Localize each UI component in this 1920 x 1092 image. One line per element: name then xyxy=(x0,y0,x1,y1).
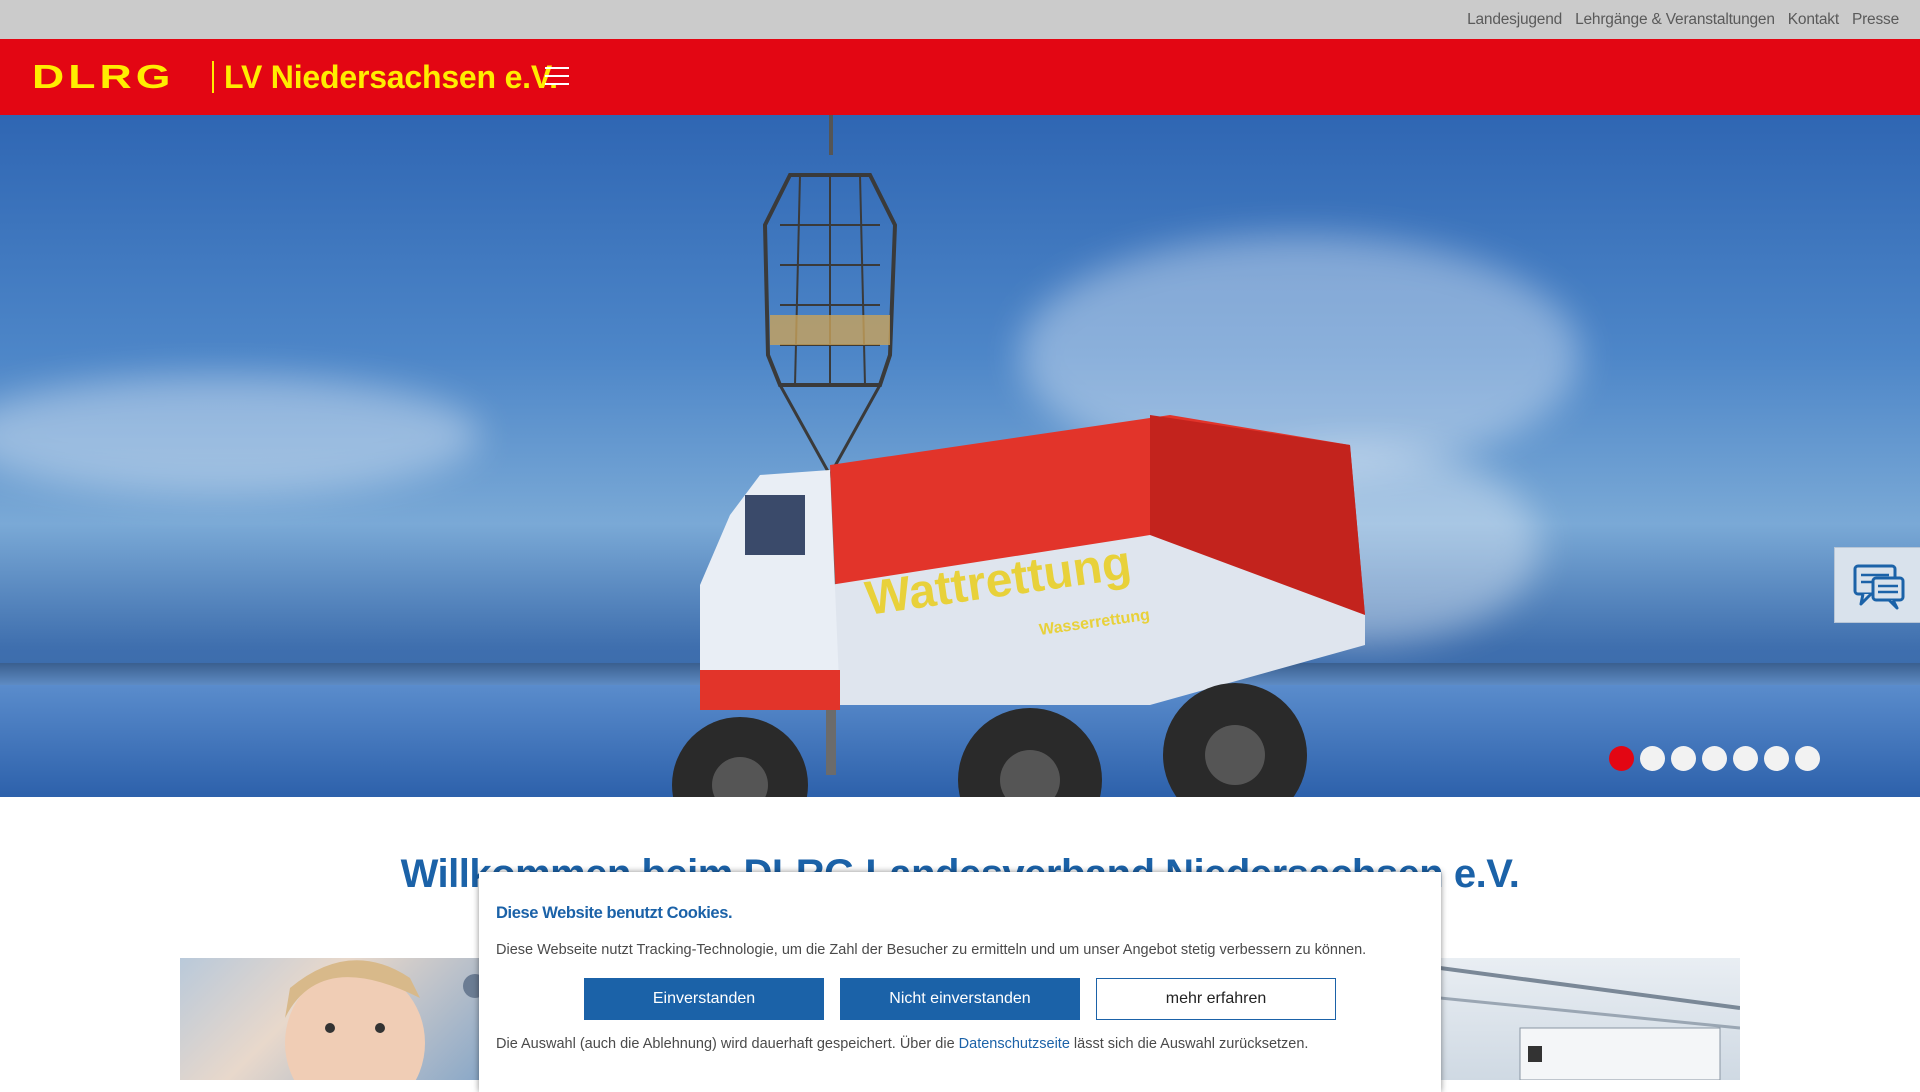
cookie-buttons: Einverstanden Nicht einverstanden mehr e… xyxy=(584,978,1336,1020)
org-name: LV Niedersachsen e.V. xyxy=(224,58,558,95)
cookie-note-prefix: Die Auswahl (auch die Ablehnung) wird da… xyxy=(496,1036,959,1052)
teaser-image-child[interactable] xyxy=(180,958,480,1080)
slide-dot-2[interactable] xyxy=(1640,746,1665,771)
accept-cookies-button[interactable]: Einverstanden xyxy=(584,978,824,1020)
slide-dot-5[interactable] xyxy=(1733,746,1758,771)
topnav-presse[interactable]: Presse xyxy=(1852,11,1899,28)
top-nav: Landesjugend Lehrgänge & Veranstaltungen… xyxy=(1467,0,1899,39)
slide-dot-3[interactable] xyxy=(1671,746,1696,771)
slide-dot-4[interactable] xyxy=(1702,746,1727,771)
home-logo-link[interactable]: DLRG LV Niedersachsen e.V. xyxy=(32,58,558,95)
hamburger-menu-icon[interactable] xyxy=(545,67,569,87)
slider-dots xyxy=(1609,746,1820,771)
more-info-button[interactable]: mehr erfahren xyxy=(1096,978,1336,1020)
chat-widget[interactable] xyxy=(1834,547,1920,623)
hero-slider: Wattrettung Wasserrettung xyxy=(0,115,1920,797)
chat-bubbles-icon xyxy=(1853,564,1905,610)
site-header: DLRG LV Niedersachsen e.V. xyxy=(0,39,1920,115)
cookie-note-suffix: lässt sich die Auswahl zurücksetzen. xyxy=(1069,1036,1309,1052)
slide-dot-6[interactable] xyxy=(1764,746,1789,771)
cookie-description: Diese Webseite nutzt Tracking-Technologi… xyxy=(496,942,1367,958)
cookie-note: Die Auswahl (auch die Ablehnung) wird da… xyxy=(496,1036,1308,1052)
top-utility-bar: Landesjugend Lehrgänge & Veranstaltungen… xyxy=(0,0,1920,39)
cookie-consent-dialog: Diese Website benutzt Cookies. Diese Web… xyxy=(479,872,1441,1092)
topnav-landesjugend[interactable]: Landesjugend xyxy=(1467,11,1562,28)
teaser-image-building[interactable] xyxy=(1440,958,1740,1080)
slide-dot-1[interactable] xyxy=(1609,746,1634,771)
privacy-page-link[interactable]: Datenschutzseite xyxy=(959,1036,1070,1052)
slide-dot-7[interactable] xyxy=(1795,746,1820,771)
decline-cookies-button[interactable]: Nicht einverstanden xyxy=(840,978,1080,1020)
building-photo xyxy=(1440,966,1740,1080)
rescue-vehicle-image: Wattrettung Wasserrettung xyxy=(672,115,1365,797)
child-photo xyxy=(285,960,480,1080)
dlrg-logo: DLRG xyxy=(32,58,175,95)
cookie-title: Diese Website benutzt Cookies. xyxy=(496,904,733,922)
topnav-kontakt[interactable]: Kontakt xyxy=(1788,11,1839,28)
topnav-lehrgaenge[interactable]: Lehrgänge & Veranstaltungen xyxy=(1575,11,1775,28)
